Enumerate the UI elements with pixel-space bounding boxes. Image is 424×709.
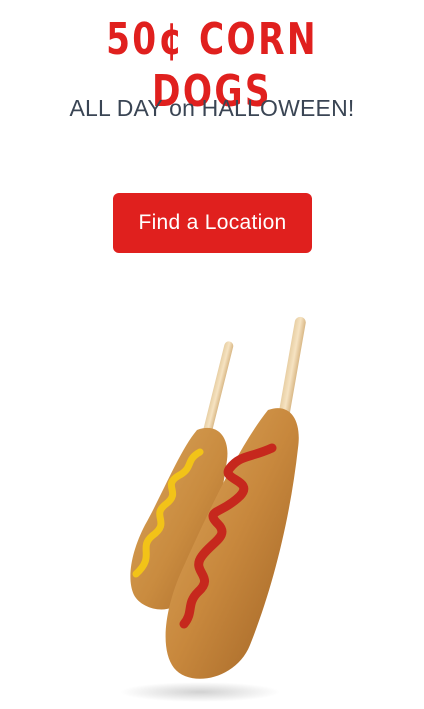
corn-dogs-image — [90, 310, 330, 705]
promo-subhead: ALL DAY on HALLOWEEN! — [69, 95, 355, 121]
find-location-label: Find a Location — [138, 211, 287, 234]
find-location-button[interactable]: Find a Location — [113, 193, 312, 253]
